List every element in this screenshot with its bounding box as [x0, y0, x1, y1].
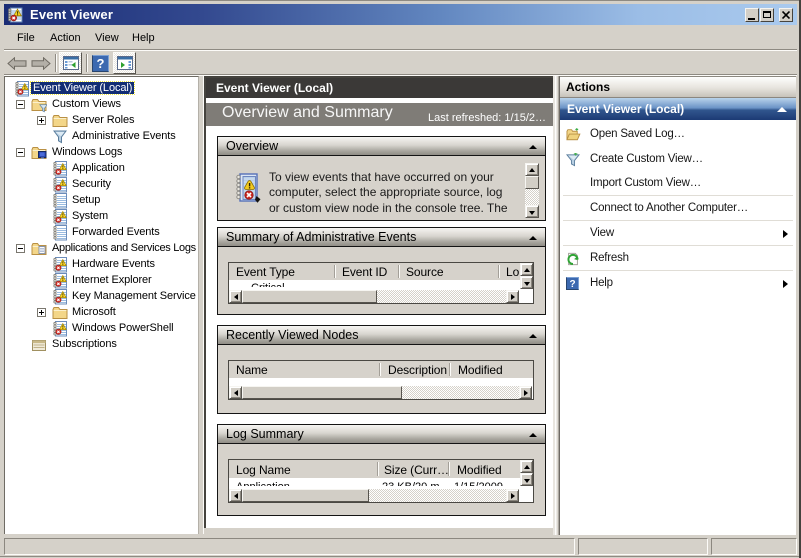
- svg-text:?: ?: [570, 279, 576, 290]
- svg-text:?: ?: [97, 56, 105, 71]
